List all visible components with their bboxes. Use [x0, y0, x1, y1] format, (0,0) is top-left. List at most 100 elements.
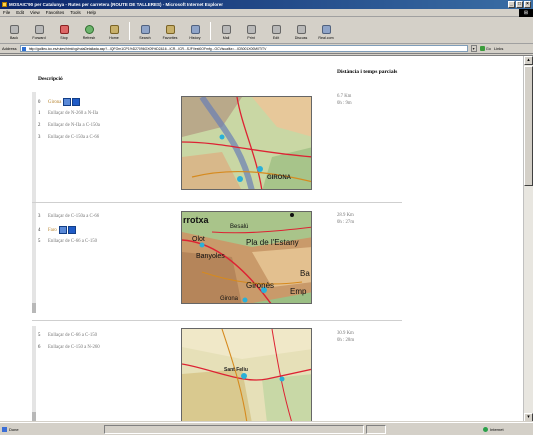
window-title: MOSAIC'90 per Catalunya - Rutes per carr…	[9, 2, 224, 7]
map-label: Besalú	[230, 224, 248, 230]
history-button[interactable]: History	[185, 20, 205, 40]
realjukebox-button[interactable]: Real.com	[316, 20, 336, 40]
place-link[interactable]: Faro	[48, 228, 57, 233]
page-icon	[21, 47, 26, 51]
search-button[interactable]: Search	[135, 20, 155, 40]
window-controls: _ □ ×	[508, 1, 531, 8]
print-button[interactable]: Print	[241, 20, 261, 40]
mail-button[interactable]: Mail	[216, 20, 236, 40]
route-map-3[interactable]: Sant Feliu	[181, 328, 312, 421]
links-button[interactable]: Links	[494, 46, 503, 51]
route-step: 5 Enllaçar de C-66 a C-150	[38, 239, 98, 244]
section-distance: 28.9 Km 0h : 27m	[337, 213, 355, 225]
route-step: 1 Enllaçar de N-260 a N-IIa	[38, 111, 99, 116]
media-icon	[321, 25, 331, 34]
close-button[interactable]: ×	[524, 1, 531, 8]
menu-file[interactable]: File	[3, 10, 10, 15]
stop-button[interactable]: Stop	[54, 20, 74, 40]
menu-bar: File Edit View Favorites Tools Help ⊞	[0, 9, 533, 17]
route-step: 3 Enllaçar de C-150a a C-66	[38, 135, 100, 140]
map-label: Girona	[220, 296, 239, 302]
status-bar: Done Internet	[0, 422, 533, 435]
edit-button[interactable]: Edit	[266, 20, 286, 40]
history-icon	[190, 25, 200, 34]
map-label: Banyoles	[196, 253, 225, 260]
map-label: GIRONA	[267, 175, 292, 181]
menu-view[interactable]: View	[30, 10, 40, 15]
route-step: 5 Enllaçar de C-66 a C-150	[38, 333, 98, 338]
home-icon	[109, 25, 119, 34]
go-button[interactable]: Go	[479, 46, 491, 51]
scroll-thumb[interactable]	[524, 66, 533, 186]
section-gutter	[32, 208, 36, 313]
menu-favorites[interactable]: Favorites	[46, 10, 65, 15]
view-map-icon[interactable]	[58, 226, 67, 234]
car-route-icon[interactable]	[67, 226, 76, 234]
favorites-icon	[165, 25, 175, 34]
address-bar: Address http://galileu.icc.es/rutes/html…	[0, 44, 533, 54]
map-label: rrotxa	[183, 215, 210, 225]
route-map-1[interactable]: GIRONA	[181, 96, 312, 190]
description-header: Descripció	[38, 76, 63, 82]
route-step: 2 Enllaçar de N-IIa a C-150a	[38, 123, 100, 128]
address-dropdown-button[interactable]: ▾	[470, 45, 477, 52]
browser-window: MOSAIC'90 per Catalunya - Rutes per carr…	[0, 0, 533, 435]
status-panel	[366, 424, 386, 434]
section-divider	[32, 202, 402, 203]
toolbar-separator	[129, 22, 130, 40]
address-input[interactable]: http://galileu.icc.es/rutes/html/cgi/rut…	[19, 45, 468, 52]
section-gutter	[32, 326, 36, 421]
route-step: 6 Enllaçar de C-150 a N-260	[38, 345, 100, 350]
map-label: Emp	[290, 287, 307, 296]
place-link[interactable]: Girona	[48, 100, 61, 105]
distance-header: Distància i temps parcials	[337, 69, 398, 75]
car-route-icon[interactable]	[72, 98, 81, 106]
back-arrow-icon	[9, 25, 19, 34]
toolbar-separator	[210, 22, 211, 40]
section-distance: 30.9 Km 0h : 28m	[337, 331, 355, 343]
scroll-down-button[interactable]: ▾	[524, 413, 533, 421]
back-button[interactable]: Back	[4, 20, 24, 40]
maximize-button[interactable]: □	[516, 1, 523, 8]
home-button[interactable]: Home	[104, 20, 124, 40]
page-content: Descripció Distància i temps parcials 0 …	[0, 55, 533, 421]
status-panel	[104, 424, 364, 434]
stop-icon	[59, 25, 69, 34]
address-label: Address	[2, 46, 17, 51]
discuss-icon	[296, 25, 306, 34]
title-bar: MOSAIC'90 per Catalunya - Rutes per carr…	[0, 0, 533, 9]
favorites-button[interactable]: Favorites	[160, 20, 180, 40]
minimize-button[interactable]: _	[508, 1, 515, 8]
route-step: 0 Girona	[38, 98, 81, 106]
section-distance: 6.7 Km 0h : 9m	[337, 94, 352, 106]
forward-button[interactable]: Forward	[29, 20, 49, 40]
scroll-up-button[interactable]: ▴	[524, 56, 533, 65]
mail-icon	[221, 25, 231, 34]
go-arrow-icon	[479, 46, 485, 51]
forward-arrow-icon	[34, 25, 44, 34]
internet-zone-icon	[483, 426, 488, 432]
map-label: Gironès	[246, 281, 274, 290]
map-label: Olot	[192, 236, 205, 243]
route-step: 3 Enllaçar de C-150a a C-66	[38, 214, 100, 219]
route-step: 4 Faro	[38, 226, 76, 234]
map-label: Ba	[300, 269, 310, 278]
map-label: Pla de l'Estany	[246, 238, 299, 247]
edit-icon	[271, 25, 281, 34]
standard-toolbar: Back Forward Stop Refresh Home Search Fa…	[0, 17, 533, 44]
menu-tools[interactable]: Tools	[70, 10, 81, 15]
menu-edit[interactable]: Edit	[16, 10, 24, 15]
discuss-button[interactable]: Discuss	[291, 20, 311, 40]
menu-help[interactable]: Help	[87, 10, 96, 15]
page-done-icon	[2, 426, 7, 432]
gutter-marker	[32, 303, 36, 313]
ie-app-icon	[2, 2, 7, 7]
route-map-2[interactable]: rrotxa Besalú Olot Pla de l'Estany Banyo…	[181, 211, 312, 304]
vertical-scrollbar[interactable]: ▴ ▾	[523, 56, 533, 421]
gutter-marker	[32, 412, 36, 421]
printer-icon	[246, 25, 256, 34]
refresh-button[interactable]: Refresh	[79, 20, 99, 40]
search-icon	[140, 25, 150, 34]
map-label: Sant Feliu	[224, 367, 248, 373]
view-map-icon[interactable]	[63, 98, 72, 106]
